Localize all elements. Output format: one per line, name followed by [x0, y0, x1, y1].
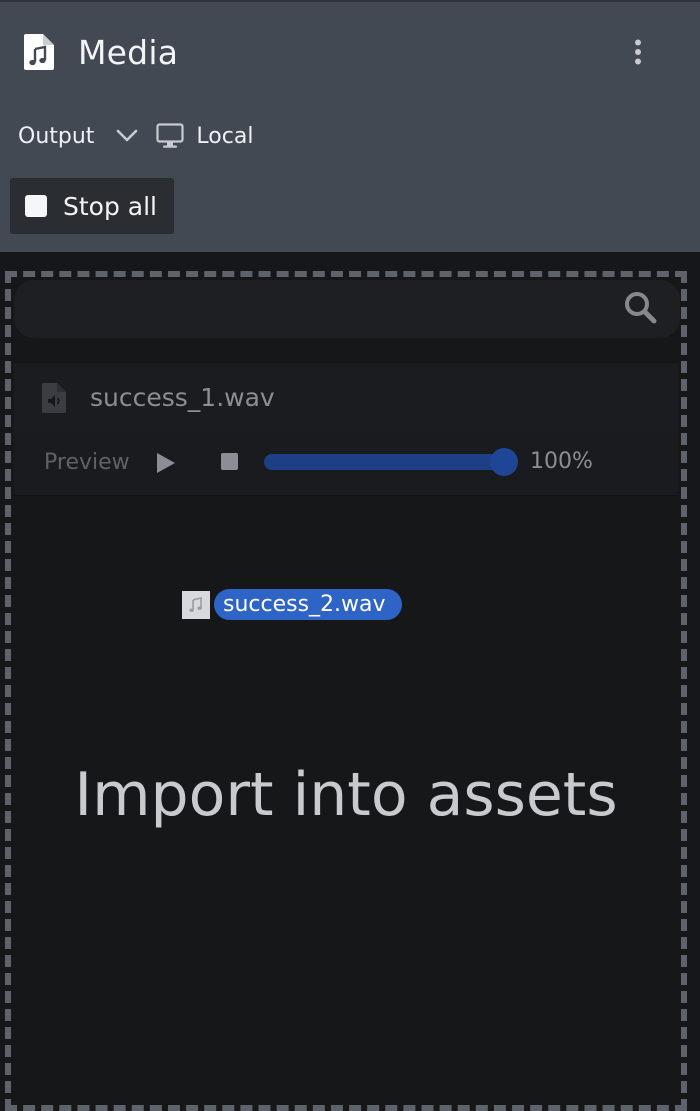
- preview-label: Preview: [44, 450, 130, 475]
- drag-preview: success_2.wav: [182, 589, 402, 620]
- monitor-icon: [156, 123, 185, 149]
- panel-title-row: Media: [24, 30, 178, 74]
- chevron-down-icon: [117, 129, 138, 142]
- panel-title: Media: [78, 32, 179, 72]
- search-input[interactable]: [14, 280, 680, 338]
- play-icon: [157, 453, 175, 473]
- drag-file-chip: success_2.wav: [214, 589, 402, 620]
- volume-slider[interactable]: [264, 448, 518, 476]
- volume-thumb[interactable]: [490, 448, 518, 476]
- music-file-icon: [24, 34, 54, 70]
- volume-fill: [264, 454, 504, 470]
- search-icon[interactable]: [623, 290, 659, 330]
- panel-header: Media Output Local Stop all: [0, 0, 700, 252]
- more-vertical-icon: [634, 39, 642, 69]
- output-device-label[interactable]: Local: [196, 124, 253, 149]
- output-dropdown[interactable]: [116, 129, 138, 143]
- preview-controls: Preview 100%: [14, 431, 678, 496]
- stop-icon: [25, 195, 47, 217]
- stop-all-button[interactable]: Stop all: [10, 178, 174, 234]
- file-name: success_1.wav: [90, 383, 275, 412]
- more-menu-button[interactable]: [622, 34, 654, 74]
- play-button[interactable]: [156, 452, 176, 478]
- stop-all-label: Stop all: [63, 191, 157, 221]
- volume-value: 100%: [530, 449, 593, 474]
- audio-file-icon: [42, 383, 66, 417]
- preview-stop-button[interactable]: [221, 453, 238, 470]
- drop-zone-label: Import into assets: [74, 760, 618, 830]
- music-note-icon: [182, 590, 210, 619]
- output-selector: Output Local: [18, 116, 253, 156]
- output-label: Output: [18, 123, 95, 149]
- list-item[interactable]: success_1.wav: [14, 362, 678, 432]
